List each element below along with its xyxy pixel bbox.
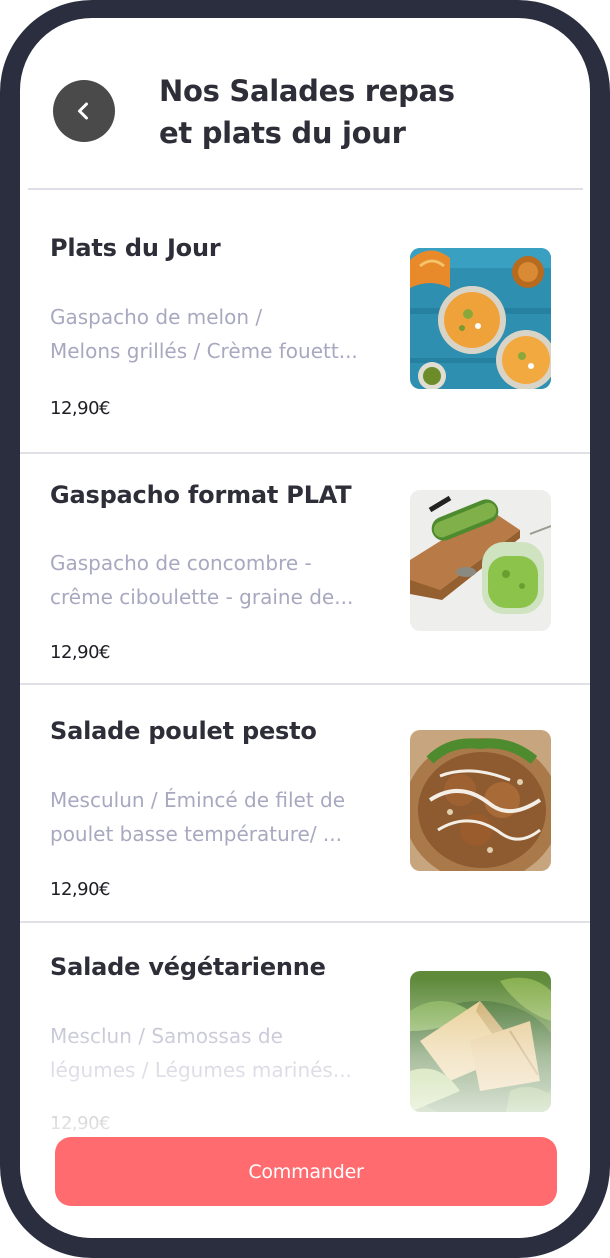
item-description: Gaspacho de concombre - crême ciboulette… (50, 551, 354, 609)
menu-item-salade-poulet-pesto[interactable]: Salade poulet pesto Mesculun / Émincé de… (20, 685, 590, 923)
item-price: 12,90€ (50, 1113, 110, 1134)
page-title-line-2: et plats du jour (159, 116, 406, 150)
cucumber-gaspacho-photo (410, 490, 551, 631)
chevron-left-icon (78, 102, 88, 120)
page-title: Nos Salades repas et plats du jour (159, 70, 519, 154)
item-price: 12,90€ (50, 642, 110, 663)
device-frame: Nos Salades repas et plats du jour Plats… (0, 0, 610, 1258)
item-name: Salade végétarienne (50, 953, 326, 981)
back-button[interactable] (53, 80, 115, 142)
app-screen: Nos Salades repas et plats du jour Plats… (20, 18, 590, 1238)
item-name: Salade poulet pesto (50, 717, 317, 745)
item-name: Plats du Jour (50, 234, 221, 262)
menu-item-plats-du-jour[interactable]: Plats du Jour Gaspacho de melon / Melons… (20, 190, 590, 454)
item-price: 12,90€ (50, 879, 110, 900)
item-price: 12,90€ (50, 398, 110, 419)
vegetarian-salad-photo (410, 971, 551, 1112)
order-button[interactable]: Commander (55, 1137, 557, 1206)
page-title-line-1: Nos Salades repas (159, 74, 455, 108)
melon-gaspacho-photo (410, 248, 551, 389)
item-name: Gaspacho format PLAT (50, 481, 352, 509)
item-description: Mesculun / Émincé de filet de poulet bas… (50, 788, 346, 846)
menu-item-gaspacho-format-plat[interactable]: Gaspacho format PLAT Gaspacho de concomb… (20, 454, 590, 685)
item-description: Mesclun / Samossas de légumes / Légumes … (50, 1024, 352, 1082)
menu-list: Plats du Jour Gaspacho de melon / Melons… (20, 190, 590, 1143)
chicken-pesto-salad-photo (410, 730, 551, 871)
menu-item-salade-vegetarienne[interactable]: Salade végétarienne Mesclun / Samossas d… (20, 923, 590, 1143)
item-description: Gaspacho de melon / Melons grillés / Crè… (50, 305, 358, 363)
